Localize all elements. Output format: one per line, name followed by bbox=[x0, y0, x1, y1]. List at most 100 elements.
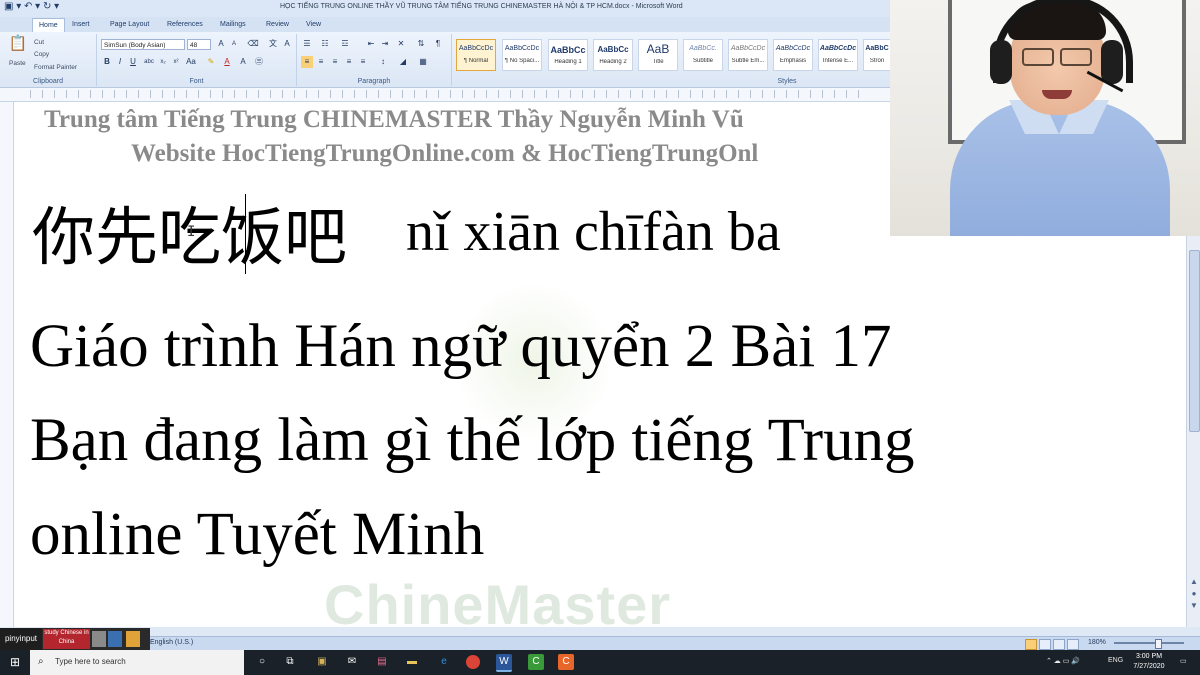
tab-view[interactable]: View bbox=[300, 18, 327, 32]
cortana-icon[interactable]: ○ bbox=[254, 654, 270, 670]
browse-object-icon[interactable]: ● bbox=[1188, 588, 1200, 600]
tab-insert[interactable]: Insert bbox=[66, 18, 96, 32]
study-chinese-banner[interactable]: study Chinese in China bbox=[43, 629, 90, 649]
scrollbar-thumb[interactable] bbox=[1189, 250, 1200, 432]
char-shading-icon[interactable]: A bbox=[237, 56, 249, 68]
grow-font-icon[interactable]: A bbox=[215, 38, 227, 50]
taskbar-search[interactable]: ⌕ Type here to search bbox=[30, 650, 244, 675]
prev-page-icon[interactable]: ▲ bbox=[1188, 576, 1200, 588]
enclose-char-icon[interactable]: ㊂ bbox=[253, 56, 265, 68]
underline-icon[interactable]: U bbox=[127, 56, 139, 68]
style-no-spacing[interactable]: AaBbCcDc ¶ No Spaci... bbox=[502, 39, 542, 71]
font-size-combo[interactable]: 48 bbox=[187, 39, 211, 50]
show-marks-icon[interactable]: ¶ bbox=[432, 38, 444, 50]
style-title[interactable]: AaB Title bbox=[638, 39, 678, 71]
paste-button[interactable]: Paste bbox=[9, 60, 26, 67]
task-view-icon[interactable]: ⧉ bbox=[282, 654, 298, 670]
quick-access-toolbar[interactable]: ▣ ▾ ↶ ▾ ↻ ▾ bbox=[4, 1, 59, 12]
clock-time: 3:00 PM bbox=[1135, 653, 1163, 660]
style-subtle-emphasis[interactable]: AaBbCcDc Subtle Em... bbox=[728, 39, 768, 71]
italic-icon[interactable]: I bbox=[114, 56, 126, 68]
align-right-icon[interactable]: ≡ bbox=[329, 56, 341, 68]
clock-date: 7/27/2020 bbox=[1133, 663, 1165, 670]
clear-format-icon[interactable]: ⌫ bbox=[247, 38, 259, 50]
chrome-icon[interactable] bbox=[466, 655, 480, 669]
bold-icon[interactable]: B bbox=[101, 56, 113, 68]
multilevel-list-icon[interactable]: ☲ bbox=[339, 38, 351, 50]
tab-home[interactable]: Home bbox=[32, 18, 65, 33]
style-strong[interactable]: AaBbC Stron bbox=[863, 39, 890, 71]
shading-icon[interactable]: ◢ bbox=[397, 56, 409, 68]
store-icon[interactable]: ▣ bbox=[314, 654, 330, 670]
increase-indent-icon[interactable]: ⇥ bbox=[379, 38, 391, 50]
font-color-icon[interactable]: A bbox=[221, 56, 233, 68]
copy-button[interactable]: Copy bbox=[34, 51, 49, 58]
recorder-icon[interactable]: C bbox=[558, 654, 574, 670]
word-icon[interactable]: W bbox=[496, 654, 512, 672]
language-status[interactable]: English (U.S.) bbox=[150, 639, 193, 646]
style-emphasis[interactable]: AaBbCcDc Emphasis bbox=[773, 39, 813, 71]
zoom-slider-knob[interactable] bbox=[1155, 639, 1162, 649]
pen-icon[interactable] bbox=[92, 631, 106, 647]
superscript-icon[interactable]: x² bbox=[170, 56, 182, 68]
cut-button[interactable]: Cut bbox=[34, 39, 44, 46]
zoom-slider[interactable] bbox=[1114, 642, 1184, 644]
windows-start-icon[interactable]: ⊞ bbox=[0, 650, 30, 675]
subscript-icon[interactable]: x₂ bbox=[157, 56, 169, 68]
system-clock[interactable]: 3:00 PM 7/27/2020 bbox=[1128, 652, 1170, 672]
vertical-ruler[interactable] bbox=[0, 102, 14, 627]
pinyin-text[interactable]: nǐ xiān chīfàn ba bbox=[406, 200, 781, 264]
outline-icon[interactable] bbox=[1067, 639, 1079, 650]
print-layout-icon[interactable] bbox=[1025, 639, 1037, 650]
format-painter-button[interactable]: Format Painter bbox=[34, 64, 77, 71]
borders-icon[interactable]: ▦ bbox=[417, 56, 429, 68]
align-center-icon[interactable]: ≡ bbox=[315, 56, 327, 68]
vertical-scrollbar[interactable]: ▲ ● ▼ bbox=[1186, 236, 1200, 627]
body-line-1[interactable]: Giáo trình Hán ngữ quyển 2 Bài 17 bbox=[30, 312, 892, 382]
paste-icon[interactable]: 📋 bbox=[8, 36, 28, 58]
distributed-icon[interactable]: ≡ bbox=[357, 56, 369, 68]
style-intense-emphasis[interactable]: AaBbCcDc Intense E... bbox=[818, 39, 858, 71]
bullets-icon[interactable]: ☰ bbox=[301, 38, 313, 50]
style-heading-2[interactable]: AaBbCc Heading 2 bbox=[593, 39, 633, 71]
justify-icon[interactable]: ≡ bbox=[343, 56, 355, 68]
font-name-combo[interactable]: SimSun (Body Asian) bbox=[101, 39, 185, 50]
align-left-icon[interactable]: ≡ bbox=[301, 56, 313, 68]
notification-icon[interactable]: ▭ bbox=[1180, 657, 1187, 665]
chinese-layout-icon[interactable]: ✕ bbox=[395, 38, 407, 50]
mail-icon[interactable]: ✉ bbox=[344, 654, 360, 670]
char-border-icon[interactable]: A bbox=[281, 38, 293, 50]
style-heading-1[interactable]: AaBbCc Heading 1 bbox=[548, 39, 588, 71]
tab-references[interactable]: References bbox=[161, 18, 209, 32]
camtasia-icon[interactable]: C bbox=[528, 654, 544, 670]
info-icon[interactable] bbox=[126, 631, 140, 647]
web-layout-icon[interactable] bbox=[1053, 639, 1065, 650]
numbering-icon[interactable]: ☷ bbox=[319, 38, 331, 50]
decrease-indent-icon[interactable]: ⇤ bbox=[365, 38, 377, 50]
tab-page-layout[interactable]: Page Layout bbox=[104, 18, 155, 32]
strikethrough-icon[interactable]: abc bbox=[143, 56, 155, 68]
body-line-2[interactable]: Bạn đang làm gì thế lớp tiếng Trung bbox=[30, 406, 915, 476]
sort-icon[interactable]: ⇅ bbox=[415, 38, 427, 50]
phonetic-guide-icon[interactable]: 文 bbox=[267, 38, 279, 50]
edge-icon[interactable]: e bbox=[436, 654, 452, 670]
highlight-icon[interactable]: ✎ bbox=[205, 56, 217, 68]
style-subtitle[interactable]: AaBbCc. Subtitle bbox=[683, 39, 723, 71]
pinyinput-button[interactable]: pinyinput bbox=[0, 628, 42, 650]
change-case-icon[interactable]: Aa bbox=[185, 56, 197, 68]
app-icon[interactable]: ▤ bbox=[374, 654, 390, 670]
zoom-level[interactable]: 180% bbox=[1088, 639, 1106, 646]
next-page-icon[interactable]: ▼ bbox=[1188, 600, 1200, 612]
input-language[interactable]: ENG bbox=[1108, 657, 1123, 664]
horizontal-ruler[interactable] bbox=[0, 88, 890, 102]
tab-review[interactable]: Review bbox=[260, 18, 295, 32]
body-line-3[interactable]: online Tuyết Minh bbox=[30, 500, 484, 570]
tab-mailings[interactable]: Mailings bbox=[214, 18, 252, 32]
shrink-font-icon[interactable]: A bbox=[228, 38, 240, 50]
grid-icon[interactable] bbox=[108, 631, 122, 647]
tray-icons[interactable]: ⌃ ☁ ▭ 🔊 bbox=[1046, 657, 1080, 665]
style-normal[interactable]: AaBbCcDc ¶ Normal bbox=[456, 39, 496, 71]
line-spacing-icon[interactable]: ↕ bbox=[377, 56, 389, 68]
file-explorer-icon[interactable]: ▬ bbox=[404, 654, 420, 670]
full-screen-icon[interactable] bbox=[1039, 639, 1051, 650]
